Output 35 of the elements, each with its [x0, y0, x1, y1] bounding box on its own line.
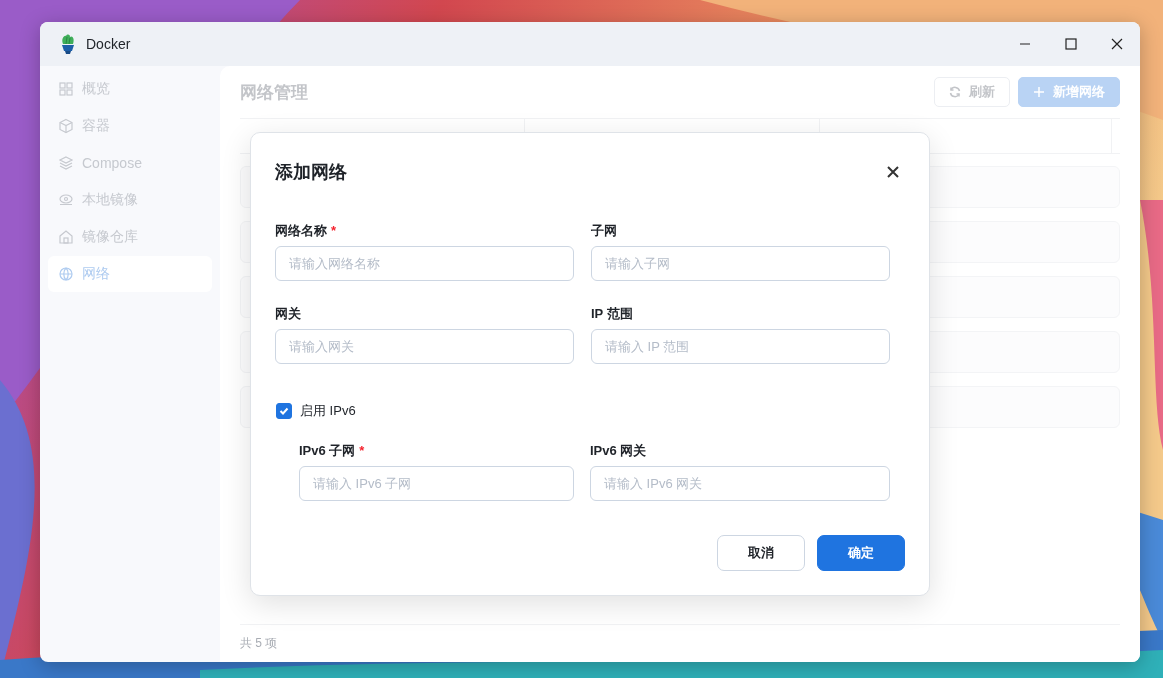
- input-field[interactable]: 请输入子网: [591, 246, 890, 281]
- plus-icon: [1033, 86, 1045, 98]
- dialog-title: 添加网络: [275, 161, 347, 184]
- item-count: 共 5 项: [240, 635, 278, 652]
- check-icon: [279, 406, 289, 416]
- add-network-button[interactable]: 新增网络: [1018, 77, 1120, 107]
- required-mark: *: [359, 443, 365, 458]
- confirm-button[interactable]: 确定: [817, 535, 905, 571]
- layers-icon: [58, 155, 74, 171]
- field-label: 子网: [591, 223, 617, 238]
- cancel-button[interactable]: 取消: [717, 535, 805, 571]
- cube-icon: [58, 118, 74, 134]
- field-label: IPv6 子网: [299, 443, 356, 458]
- field-label: IPv6 网关: [590, 443, 647, 458]
- field-label: 网关: [275, 306, 301, 321]
- input-field[interactable]: 请输入网络名称: [275, 246, 574, 281]
- disc-icon: [58, 192, 74, 208]
- house-icon: [58, 229, 74, 245]
- field-label: 网络名称: [275, 223, 327, 238]
- globe-icon: [58, 266, 74, 282]
- input-field[interactable]: 请输入 IP 范围: [591, 329, 890, 364]
- input-field[interactable]: 请输入 IPv6 子网: [299, 466, 574, 501]
- page-title: 网络管理: [240, 81, 308, 104]
- input-field[interactable]: 请输入 IPv6 网关: [590, 466, 890, 501]
- field-label: IP 范围: [591, 306, 633, 321]
- refresh-icon: [949, 86, 961, 98]
- input-field[interactable]: 请输入网关: [275, 329, 574, 364]
- grid-icon: [58, 81, 74, 97]
- required-mark: *: [331, 223, 337, 238]
- window-title: Docker: [86, 36, 131, 52]
- checkbox-label[interactable]: 启用 IPv6: [300, 402, 356, 420]
- sidebar-item[interactable]: 网络: [48, 256, 212, 292]
- refresh-button[interactable]: 刷新: [934, 77, 1010, 107]
- close-icon: [887, 166, 899, 178]
- checkbox[interactable]: [276, 403, 292, 419]
